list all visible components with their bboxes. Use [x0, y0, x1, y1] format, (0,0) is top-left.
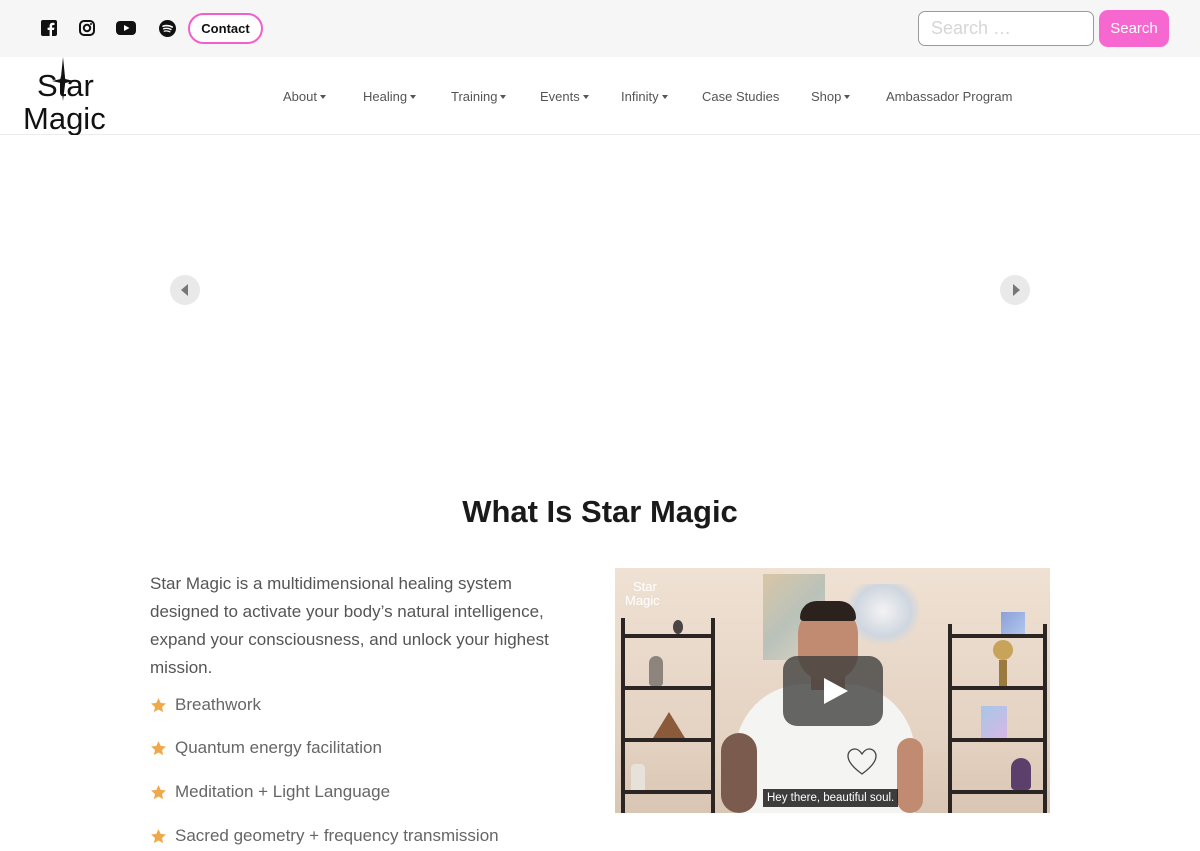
- carousel-next-button[interactable]: [1000, 275, 1030, 305]
- amethyst-geode: [1011, 758, 1031, 790]
- youtube-icon[interactable]: [116, 18, 136, 38]
- list-item: Sacred geometry + frequency transmission: [150, 821, 570, 851]
- instagram-icon[interactable]: [77, 18, 97, 38]
- intro-paragraph: Star Magic is a multidimensional healing…: [150, 574, 549, 677]
- nav-infinity[interactable]: Infinity: [621, 89, 668, 104]
- left-shelf-board: [621, 686, 715, 690]
- right-shelf-board: [948, 790, 1047, 794]
- globe-statue: [993, 640, 1013, 660]
- video-logo: Star Magic: [625, 579, 660, 608]
- arrow-right-icon: [1012, 284, 1020, 296]
- owl-figurine: [649, 656, 663, 686]
- list-item: Meditation + Light Language: [150, 777, 570, 807]
- video-logo-line-2: Magic: [625, 593, 660, 608]
- nav-about[interactable]: About: [283, 89, 326, 104]
- nav-shop[interactable]: Shop: [811, 89, 851, 104]
- pyramid-crystal: [653, 712, 685, 738]
- search-input[interactable]: [918, 11, 1094, 46]
- search-button[interactable]: Search: [1099, 10, 1169, 47]
- crystal-card: [981, 706, 1007, 738]
- left-shelf-post: [621, 618, 625, 813]
- play-icon: [824, 678, 848, 704]
- site-header: Star Magic: [0, 57, 1200, 136]
- nav-healing[interactable]: Healing: [363, 89, 417, 104]
- list-item: Quantum energy facilitation: [150, 733, 570, 763]
- contact-button[interactable]: Contact: [188, 13, 263, 44]
- video-caption: Hey there, beautiful soul.: [763, 789, 899, 807]
- presenter-arm: [721, 733, 757, 813]
- right-shelf-board: [948, 738, 1047, 742]
- left-shelf-board: [621, 790, 715, 794]
- spotify-icon[interactable]: [157, 18, 177, 38]
- right-shelf-board: [948, 634, 1047, 638]
- intro-video[interactable]: Star Magic Hey there, beautiful soul.: [615, 568, 1050, 813]
- shelf-stone: [673, 620, 683, 634]
- star-icon: [151, 740, 166, 755]
- carousel-prev-button[interactable]: [170, 275, 200, 305]
- selenite-tower: [631, 764, 645, 790]
- nav-events[interactable]: Events: [540, 89, 589, 104]
- left-shelf-post: [711, 618, 715, 813]
- presenter-hair: [800, 601, 856, 621]
- right-shelf-board: [948, 686, 1047, 690]
- right-shelf-post: [948, 624, 952, 813]
- logo-line-2: Magic: [23, 101, 106, 135]
- nav-case-studies[interactable]: Case Studies: [702, 89, 779, 104]
- logo-line-1: Star: [37, 68, 94, 103]
- play-button[interactable]: [783, 656, 883, 726]
- left-shelf-board: [621, 634, 715, 638]
- star-icon: [151, 784, 166, 799]
- section-title: What Is Star Magic: [462, 494, 738, 529]
- video-logo-line-1: Star: [633, 579, 658, 594]
- presenter-arm: [897, 738, 923, 813]
- list-item: Breathwork: [150, 690, 570, 720]
- right-shelf-post: [1043, 624, 1047, 813]
- hero-carousel: [150, 135, 1050, 445]
- top-bar: Contact Search: [0, 0, 1200, 57]
- arrow-left-icon: [180, 284, 188, 296]
- star-icon: [151, 828, 166, 843]
- nav-training[interactable]: Training: [451, 89, 507, 104]
- statue-base: [999, 660, 1007, 686]
- facebook-icon[interactable]: [39, 18, 59, 38]
- shirt-heart-logo-icon: [847, 748, 877, 775]
- nav-ambassador-program[interactable]: Ambassador Program: [886, 89, 1012, 104]
- star-icon: [151, 697, 166, 712]
- star-magic-logo[interactable]: Star Magic: [22, 57, 124, 136]
- left-shelf-board: [621, 738, 715, 742]
- crystal-frame: [1001, 612, 1025, 634]
